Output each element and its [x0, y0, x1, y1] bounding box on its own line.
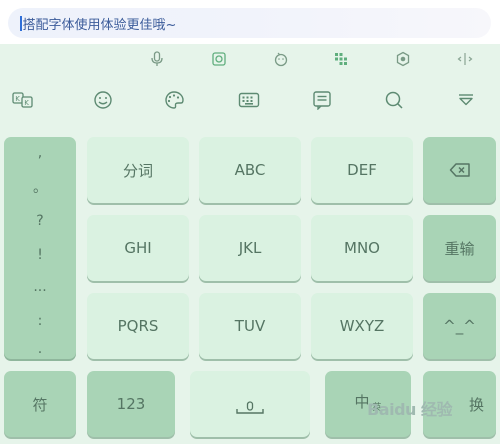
- number-label: 123: [116, 395, 146, 413]
- svg-text:K: K: [24, 99, 29, 107]
- punct-period[interactable]: 。: [4, 177, 76, 197]
- search-text: 搭配字体使用体验更佳哦~: [22, 17, 177, 33]
- punct-dot[interactable]: .: [4, 341, 76, 357]
- space-button[interactable]: [190, 371, 310, 437]
- toolbar-row-1: [0, 46, 500, 72]
- key-mno[interactable]: MNO: [311, 215, 413, 281]
- backspace-button[interactable]: [423, 137, 496, 203]
- reset-input-label: 重输: [444, 239, 475, 258]
- key-pqrs[interactable]: PQRS: [87, 293, 189, 359]
- enter-label: 换: [468, 395, 484, 414]
- key-wxyz-label: WXYZ: [339, 317, 385, 335]
- collapse-keyboard-icon[interactable]: [452, 86, 480, 114]
- search-input[interactable]: 搭配字体使用体验更佳哦~: [8, 8, 491, 38]
- symbol-button[interactable]: 符: [4, 371, 76, 437]
- microphone-icon[interactable]: [146, 48, 168, 70]
- key-def-label: DEF: [347, 161, 377, 179]
- key-fenci[interactable]: 分词: [87, 137, 189, 203]
- key-jkl[interactable]: JKL: [199, 215, 301, 281]
- punct-comma[interactable]: ,: [4, 145, 76, 161]
- palette-icon[interactable]: [160, 86, 188, 114]
- key-def[interactable]: DEF: [311, 137, 413, 203]
- key-ghi-label: GHI: [124, 239, 152, 257]
- key-abc-label: ABC: [234, 161, 266, 179]
- svg-text:K: K: [15, 95, 20, 103]
- punct-colon[interactable]: :: [4, 313, 76, 329]
- number-button[interactable]: 123: [87, 371, 175, 437]
- key-ghi[interactable]: GHI: [87, 215, 189, 281]
- key-tuv-label: TUV: [234, 317, 266, 335]
- search-icon[interactable]: [380, 86, 408, 114]
- key-pqrs-label: PQRS: [117, 317, 159, 335]
- space-microphone-icon: [236, 401, 264, 414]
- key-abc[interactable]: ABC: [199, 137, 301, 203]
- key-fenci-label: 分词: [122, 161, 153, 180]
- key-wxyz[interactable]: WXYZ: [311, 293, 413, 359]
- emoji-face-icon[interactable]: [270, 48, 292, 70]
- backspace-icon: [449, 163, 470, 177]
- kaomoji-label: ^_^: [443, 317, 476, 335]
- symbol-label: 符: [32, 395, 48, 414]
- smiley-icon[interactable]: [89, 86, 117, 114]
- key-tuv[interactable]: TUV: [199, 293, 301, 359]
- scan-icon[interactable]: [208, 48, 230, 70]
- text-caret: [20, 15, 22, 31]
- clipboard-icon[interactable]: [308, 86, 336, 114]
- punctuation-list[interactable]: , 。 ? ! ... : .: [4, 137, 76, 359]
- keyboard-switch-icon[interactable]: KK: [10, 86, 38, 114]
- key-mno-label: MNO: [344, 239, 380, 257]
- baidu-watermark: Baidu 经验: [367, 400, 452, 419]
- cursor-move-icon[interactable]: [454, 48, 476, 70]
- settings-hex-icon[interactable]: [392, 48, 414, 70]
- reset-input-button[interactable]: 重输: [423, 215, 496, 281]
- kaomoji-button[interactable]: ^_^: [423, 293, 496, 359]
- keyboard-grid-icon[interactable]: [330, 48, 352, 70]
- top-area: 搭配字体使用体验更佳哦~: [0, 0, 500, 44]
- punct-ellipsis[interactable]: ...: [4, 279, 76, 295]
- punct-question[interactable]: ?: [4, 213, 76, 229]
- key-jkl-label: JKL: [238, 239, 262, 257]
- toolbar-row-2: KK: [0, 84, 500, 180]
- keyboard-icon[interactable]: [235, 86, 263, 114]
- punct-exclaim[interactable]: !: [4, 247, 76, 263]
